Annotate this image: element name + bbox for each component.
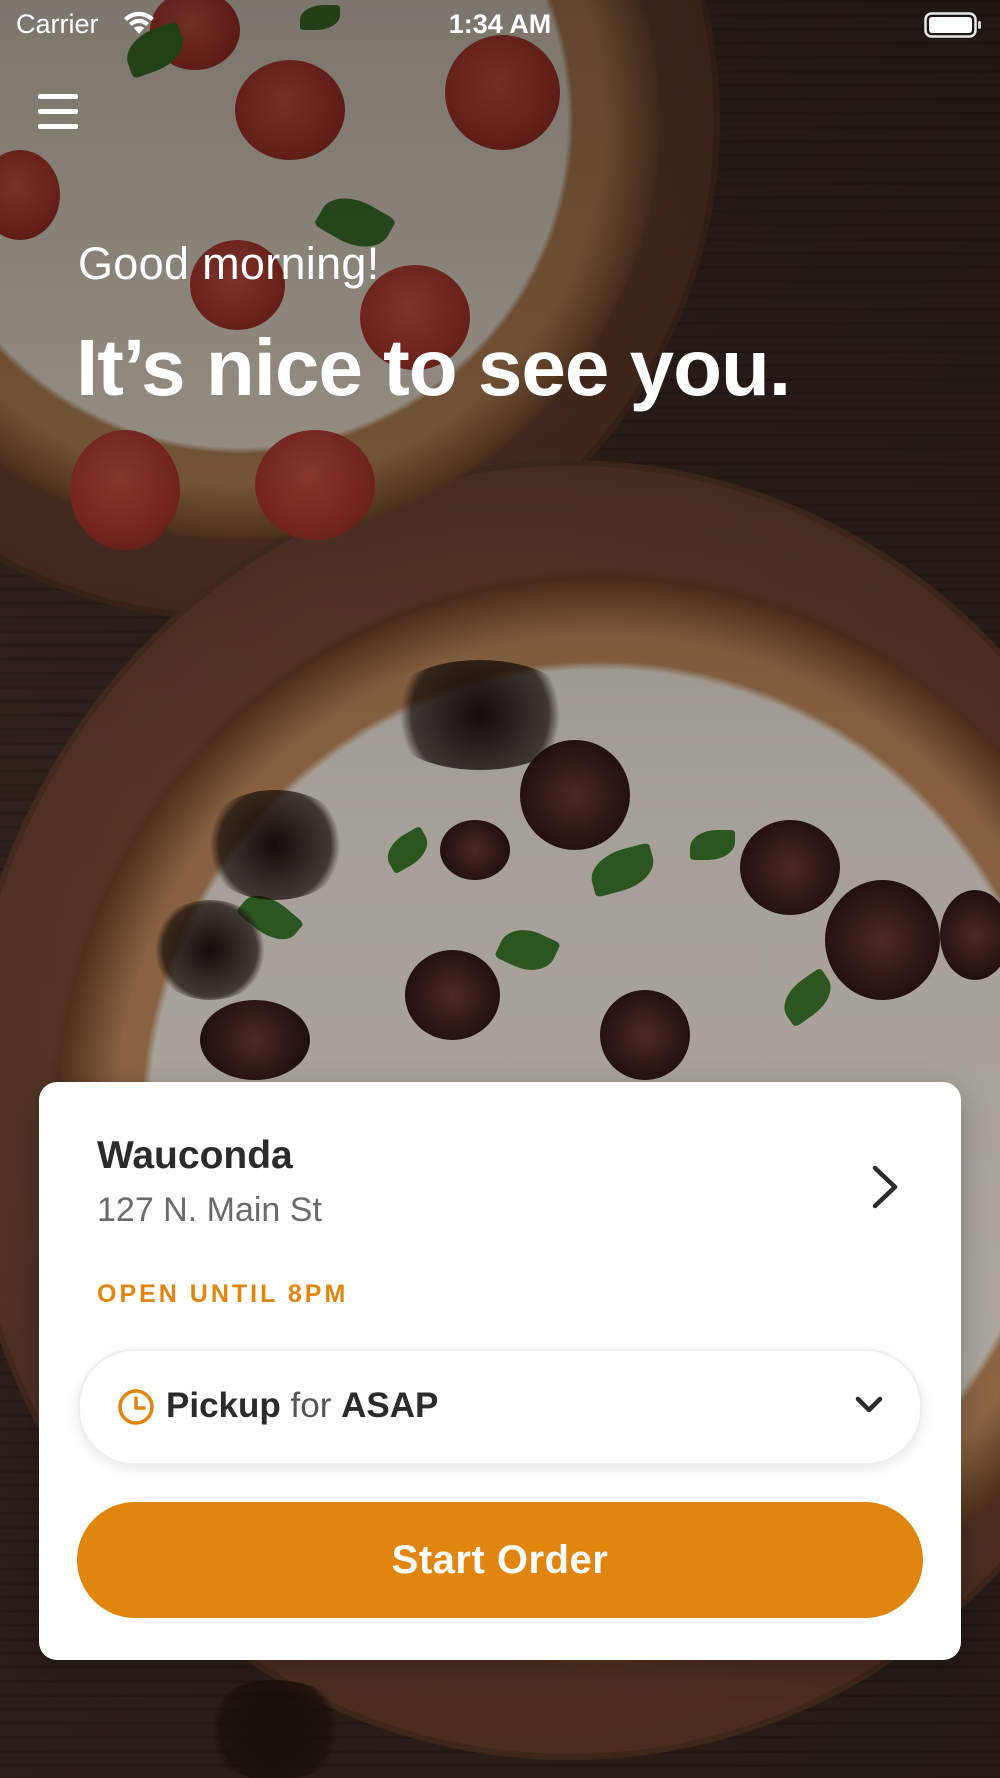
order-connector: for: [290, 1386, 332, 1425]
store-card: Wauconda 127 N. Main St OPEN UNTIL 8PM P…: [39, 1082, 961, 1660]
clock-icon: [117, 1388, 155, 1426]
hamburger-menu-icon[interactable]: [38, 94, 78, 130]
order-mode: Pickup: [166, 1386, 281, 1425]
headline-text: It’s nice to see you.: [76, 323, 791, 412]
clock-time: 1:34 AM: [448, 9, 552, 39]
menu-line: [38, 94, 78, 99]
order-time-label: Pickup for ASAP: [166, 1386, 438, 1426]
chevron-right-icon: [863, 1162, 903, 1212]
store-hours: OPEN UNTIL 8PM: [97, 1280, 349, 1308]
chevron-down-icon: [854, 1393, 884, 1417]
store-address: 127 N. Main St: [97, 1191, 322, 1229]
store-selector[interactable]: Wauconda 127 N. Main St: [97, 1134, 903, 1244]
order-when: ASAP: [341, 1386, 439, 1425]
store-name: Wauconda: [97, 1134, 293, 1177]
greeting-text: Good morning!: [78, 238, 380, 289]
menu-line: [38, 109, 78, 114]
battery-icon: [924, 12, 982, 45]
order-time-dropdown[interactable]: Pickup for ASAP: [78, 1349, 922, 1465]
status-bar: Carrier 1:34 AM: [0, 0, 1000, 50]
start-order-button[interactable]: Start Order: [77, 1502, 923, 1618]
menu-line: [38, 124, 78, 129]
